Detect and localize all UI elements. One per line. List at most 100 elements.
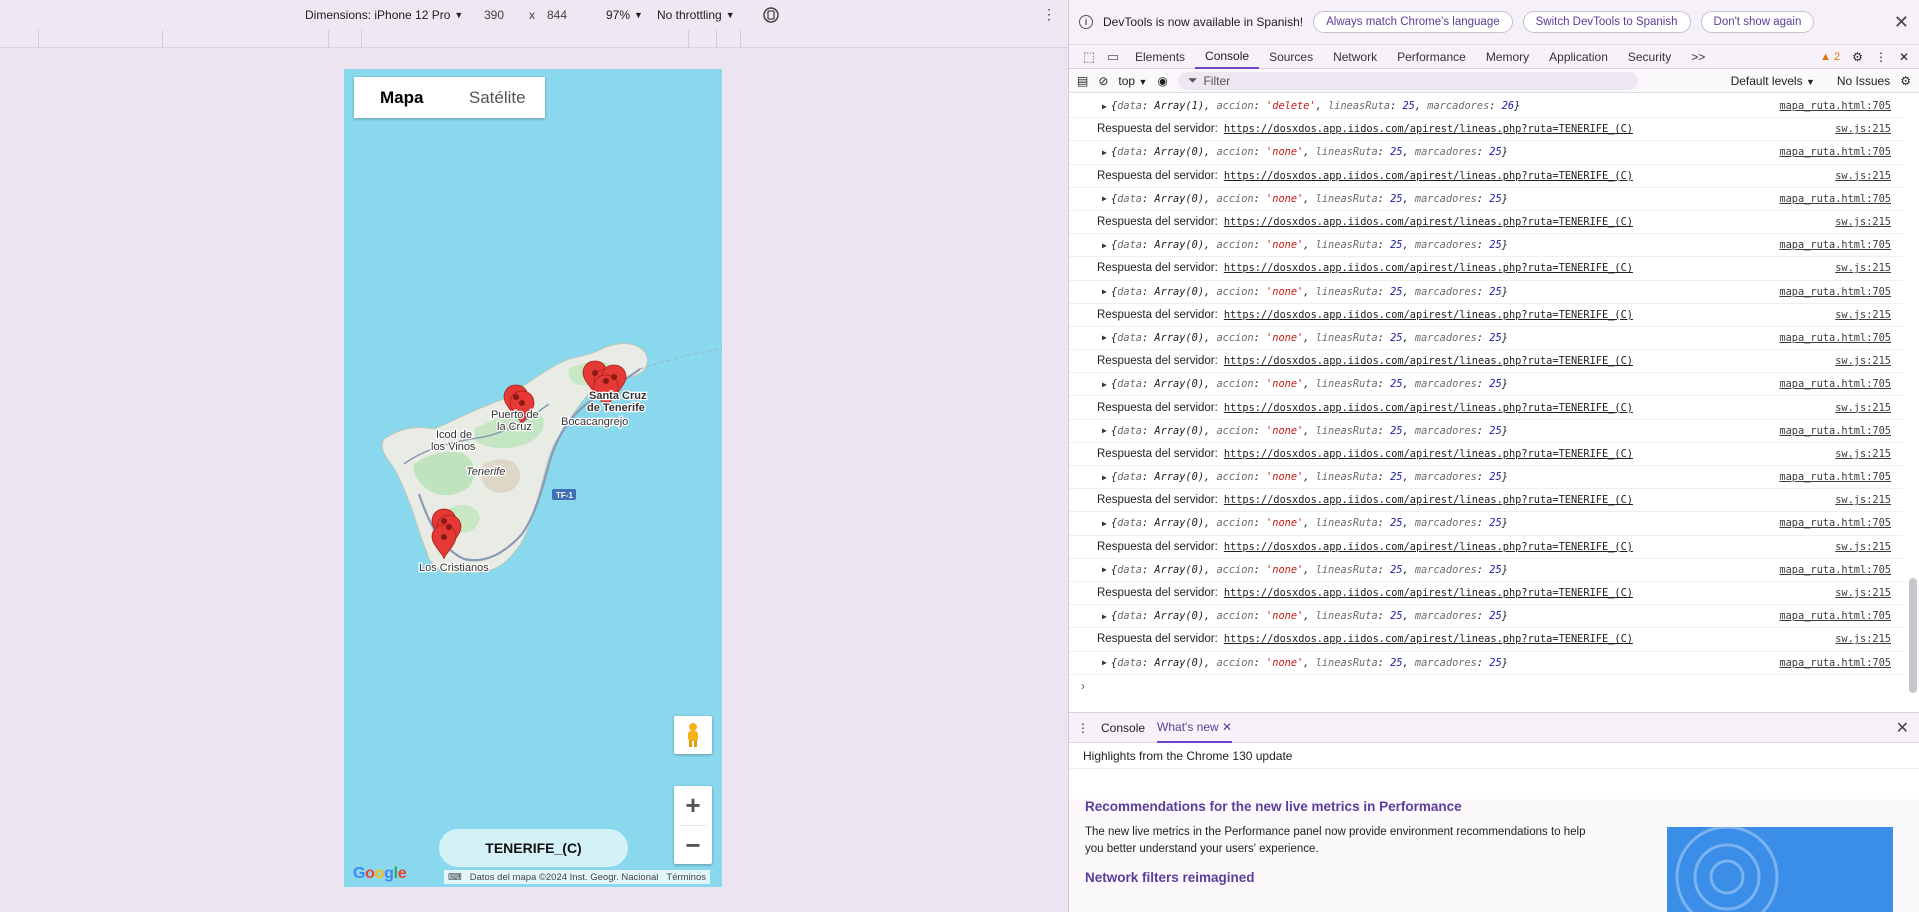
keyboard-icon[interactable]: ⌨	[448, 872, 462, 883]
close-icon[interactable]: ✕	[1222, 720, 1232, 734]
drawer-tab-console[interactable]: Console	[1101, 721, 1145, 735]
log-row-response[interactable]: Respuesta del servidor: https://dosxdos.a…	[1069, 211, 1903, 235]
google-logo[interactable]: Google	[353, 865, 407, 883]
log-row[interactable]: ▶ {data: Array(0), accion: 'none', lineas…	[1069, 559, 1903, 582]
log-row-response[interactable]: Respuesta del servidor: https://dosxdos.a…	[1069, 396, 1903, 420]
whats-new-heading[interactable]: Recommendations for the new live metrics…	[1085, 799, 1903, 814]
switch-to-spanish-button[interactable]: Switch DevTools to Spanish	[1522, 11, 1691, 33]
log-source-link[interactable]: sw.js:215	[1835, 123, 1891, 135]
log-source-link[interactable]: sw.js:215	[1835, 402, 1891, 414]
tab-security[interactable]: Security	[1618, 45, 1681, 69]
whats-new-video-thumbnail[interactable]: new	[1667, 827, 1893, 912]
log-row-response[interactable]: Respuesta del servidor: https://dosxdos.a…	[1069, 118, 1903, 142]
log-row-response[interactable]: Respuesta del servidor: https://dosxdos.a…	[1069, 628, 1903, 652]
width-input[interactable]: 390	[484, 8, 504, 22]
response-url-link[interactable]: https://dosxdos.app.iidos.com/apirest/li…	[1224, 402, 1633, 414]
log-source-link[interactable]: mapa_ruta.html:705	[1779, 239, 1891, 251]
clear-console-icon[interactable]: ⊘	[1098, 74, 1108, 88]
log-row[interactable]: ▶ {data: Array(0), accion: 'none', lineas…	[1069, 188, 1903, 211]
more-tabs-button[interactable]: >>	[1681, 45, 1715, 69]
response-url-link[interactable]: https://dosxdos.app.iidos.com/apirest/li…	[1224, 355, 1633, 367]
log-source-link[interactable]: mapa_ruta.html:705	[1779, 193, 1891, 205]
expand-arrow-icon[interactable]: ▶	[1102, 565, 1107, 574]
log-source-link[interactable]: mapa_ruta.html:705	[1779, 471, 1891, 483]
close-icon[interactable]: ✕	[1899, 50, 1909, 64]
always-match-language-button[interactable]: Always match Chrome's language	[1313, 11, 1513, 33]
response-url-link[interactable]: https://dosxdos.app.iidos.com/apirest/li…	[1224, 448, 1633, 460]
throttling-select[interactable]: No throttling ▼	[657, 8, 735, 22]
log-row-response[interactable]: Respuesta del servidor: https://dosxdos.a…	[1069, 489, 1903, 513]
expand-arrow-icon[interactable]: ▶	[1102, 148, 1107, 157]
issues-counter[interactable]: ▲ 2	[1820, 51, 1840, 63]
log-row-response[interactable]: Respuesta del servidor: https://dosxdos.a…	[1069, 443, 1903, 466]
tab-sources[interactable]: Sources	[1259, 45, 1323, 69]
map-type-map-button[interactable]: Mapa	[354, 77, 450, 118]
log-row[interactable]: ▶ {data: Array(0), accion: 'none', lineas…	[1069, 373, 1903, 397]
response-url-link[interactable]: https://dosxdos.app.iidos.com/apirest/li…	[1224, 541, 1633, 553]
log-row[interactable]: ▶ {data: Array(0), accion: 'none', lineas…	[1069, 281, 1903, 304]
device-select[interactable]: Dimensions: iPhone 12 Pro ▼	[305, 8, 463, 22]
map-type-satellite-button[interactable]: Satélite	[450, 77, 546, 118]
log-source-link[interactable]: sw.js:215	[1835, 309, 1891, 321]
more-options-icon[interactable]: ⋮	[1042, 6, 1056, 23]
log-source-link[interactable]: sw.js:215	[1835, 494, 1891, 506]
device-toggle-icon[interactable]: ▭	[1101, 49, 1125, 65]
zoom-in-button[interactable]: +	[674, 786, 712, 825]
log-source-link[interactable]: sw.js:215	[1835, 216, 1891, 228]
log-source-link[interactable]: sw.js:215	[1835, 170, 1891, 182]
log-row[interactable]: ▶ {data: Array(0), accion: 'none', lineas…	[1069, 420, 1903, 443]
filter-input[interactable]: ⏷ Filter	[1177, 71, 1638, 90]
log-source-link[interactable]: mapa_ruta.html:705	[1779, 564, 1891, 576]
response-url-link[interactable]: https://dosxdos.app.iidos.com/apirest/li…	[1224, 309, 1633, 321]
response-url-link[interactable]: https://dosxdos.app.iidos.com/apirest/li…	[1224, 216, 1633, 228]
expand-arrow-icon[interactable]: ▶	[1102, 612, 1107, 621]
log-row-response[interactable]: Respuesta del servidor: https://dosxdos.a…	[1069, 536, 1903, 559]
log-source-link[interactable]: sw.js:215	[1835, 541, 1891, 553]
tab-network[interactable]: Network	[1323, 45, 1387, 69]
phone-viewport[interactable]: Santa Cruz de Tenerife Puerto de la Cruz…	[344, 69, 722, 887]
expand-arrow-icon[interactable]: ▶	[1102, 519, 1107, 528]
rotate-icon[interactable]	[762, 6, 780, 27]
log-source-link[interactable]: mapa_ruta.html:705	[1779, 657, 1891, 669]
log-row-response[interactable]: Respuesta del servidor: https://dosxdos.a…	[1069, 165, 1903, 188]
context-select[interactable]: top ▼	[1118, 74, 1147, 88]
tab-elements[interactable]: Elements	[1125, 45, 1195, 69]
more-options-icon[interactable]: ⋮	[1875, 50, 1887, 64]
close-icon[interactable]: ✕	[1896, 718, 1909, 738]
expand-arrow-icon[interactable]: ▶	[1102, 194, 1107, 203]
response-url-link[interactable]: https://dosxdos.app.iidos.com/apirest/li…	[1224, 587, 1633, 599]
expand-arrow-icon[interactable]: ▶	[1102, 333, 1107, 342]
tab-performance[interactable]: Performance	[1387, 45, 1476, 69]
log-row-response[interactable]: Respuesta del servidor: https://dosxdos.a…	[1069, 350, 1903, 374]
log-row[interactable]: ▶ {data: Array(0), accion: 'none', lineas…	[1069, 327, 1903, 351]
log-source-link[interactable]: sw.js:215	[1835, 262, 1891, 274]
log-source-link[interactable]: mapa_ruta.html:705	[1779, 517, 1891, 529]
console-prompt[interactable]: ›	[1069, 675, 1903, 697]
sidebar-toggle-icon[interactable]: ▤	[1077, 74, 1088, 88]
zoom-select[interactable]: 97% ▼	[606, 8, 643, 22]
log-source-link[interactable]: mapa_ruta.html:705	[1779, 610, 1891, 622]
log-row-response[interactable]: Respuesta del servidor: https://dosxdos.a…	[1069, 257, 1903, 281]
gear-icon[interactable]: ⚙	[1900, 74, 1911, 88]
log-row[interactable]: ▶ {data: Array(0), accion: 'none', lineas…	[1069, 141, 1903, 165]
height-input[interactable]: 844	[547, 8, 567, 22]
inspect-element-icon[interactable]: ⬚	[1077, 49, 1101, 65]
response-url-link[interactable]: https://dosxdos.app.iidos.com/apirest/li…	[1224, 123, 1633, 135]
expand-arrow-icon[interactable]: ▶	[1102, 287, 1107, 296]
expand-arrow-icon[interactable]: ▶	[1102, 380, 1107, 389]
response-url-link[interactable]: https://dosxdos.app.iidos.com/apirest/li…	[1224, 494, 1633, 506]
log-source-link[interactable]: mapa_ruta.html:705	[1779, 332, 1891, 344]
response-url-link[interactable]: https://dosxdos.app.iidos.com/apirest/li…	[1224, 262, 1633, 274]
expand-arrow-icon[interactable]: ▶	[1102, 473, 1107, 482]
console-log-area[interactable]: ▶ {data: Array(1), accion: 'delete', lin…	[1069, 95, 1903, 705]
terms-link[interactable]: Términos	[666, 872, 706, 883]
log-row-response[interactable]: Respuesta del servidor: https://dosxdos.a…	[1069, 582, 1903, 606]
log-row[interactable]: ▶ {data: Array(0), accion: 'none', lineas…	[1069, 512, 1903, 536]
log-source-link[interactable]: mapa_ruta.html:705	[1779, 100, 1891, 112]
expand-arrow-icon[interactable]: ▶	[1102, 102, 1107, 111]
log-source-link[interactable]: mapa_ruta.html:705	[1779, 425, 1891, 437]
log-row[interactable]: ▶ {data: Array(1), accion: 'delete', lin…	[1069, 95, 1903, 119]
log-levels-select[interactable]: Default levels ▼	[1731, 74, 1815, 88]
map-canvas[interactable]: Santa Cruz de Tenerife Puerto de la Cruz…	[344, 69, 722, 887]
dont-show-again-button[interactable]: Don't show again	[1700, 11, 1815, 33]
